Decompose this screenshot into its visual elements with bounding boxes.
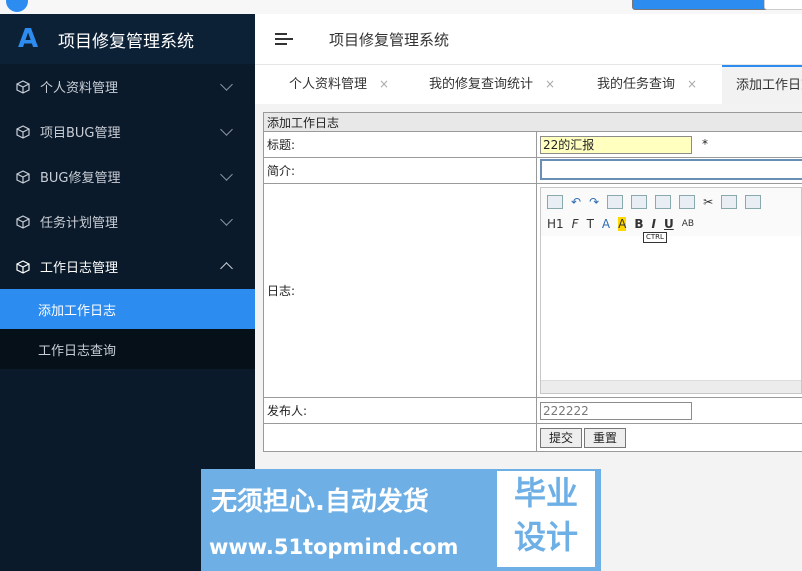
sidebar-item-profile[interactable]: 个人资料管理 [0,64,255,109]
tab-label: 个人资料管理 [289,77,368,92]
log-form-table: 添加工作日志 标题: 22的汇报 * 简介: 日志: ↶ ↷ ✂ H1 F T … [263,112,802,452]
browser-logo-icon [6,0,28,12]
bold-button[interactable]: B [634,217,643,231]
tab-label: 我的任务查询 [597,77,676,92]
undo-icon[interactable]: ↶ [571,195,581,209]
print-icon[interactable] [631,195,648,209]
tab-label: 添加工作日志 [736,78,802,93]
sidebar-item-label: 任务计划管理 [40,216,119,231]
editor-toolbar-row1: ↶ ↷ ✂ [547,192,769,212]
redo-icon[interactable]: ↷ [589,195,599,209]
browser-top-strip [0,0,802,15]
preview-icon[interactable] [607,195,624,209]
cut-icon[interactable]: ✂ [703,195,713,209]
cube-icon [16,124,30,139]
sidebar-item-label: BUG修复管理 [40,171,121,186]
cube-icon [16,259,30,274]
buttons-row-spacer [263,423,537,452]
brand: A 项目修复管理系统 [0,14,255,64]
source-icon[interactable] [547,195,563,209]
reset-button[interactable]: 重置 [584,427,627,448]
copy-icon[interactable] [721,195,738,209]
close-icon[interactable]: × [379,77,389,91]
required-mark: * [702,137,708,151]
page-header: 项目修复管理系统 [255,14,802,65]
sidebar-item-label: 个人资料管理 [40,81,119,96]
editor-horizontal-scrollbar[interactable] [541,380,801,393]
tab-fix-stats[interactable]: 我的修复查询统计 × [429,65,555,104]
top-secondary-button[interactable] [764,0,802,10]
tab-task-query[interactable]: 我的任务查询 × [597,65,697,104]
close-icon[interactable]: × [545,77,555,91]
main-content: 添加工作日志 标题: 22的汇报 * 简介: 日志: ↶ ↷ ✂ H1 F T … [255,104,802,464]
sidebar-menu: 个人资料管理 项目BUG管理 BUG修复管理 任务计划管理 工作日志管理 添加工… [0,64,255,369]
chevron-down-icon [220,78,233,91]
cube-icon [16,214,30,229]
code-icon[interactable] [679,195,696,209]
watermark-badge: 毕业 设计 [497,471,595,567]
cube-icon [16,79,30,94]
tab-bar: 个人资料管理 × 我的修复查询统计 × 我的任务查询 × 添加工作日志 [255,65,802,105]
sidebar-subitem-log-query[interactable]: 工作日志查询 [0,329,255,369]
watermark-line2: www.51topmind.com [209,535,459,559]
sidebar-item-project-bug[interactable]: 项目BUG管理 [0,109,255,154]
font-family-button[interactable]: F [572,217,579,231]
underline-button[interactable]: U [664,217,674,231]
brand-name: 项目修复管理系统 [58,31,194,52]
tab-label: 我的修复查询统计 [429,77,534,92]
sidebar-subitem-add-log[interactable]: 添加工作日志 [0,289,255,329]
title-input[interactable]: 22的汇报 [540,135,692,154]
log-label: 日志: [263,183,537,398]
watermark-banner: 无须担心.自动发货 www.51topmind.com 毕业 设计 [201,469,601,571]
submit-button[interactable]: 提交 [540,427,583,448]
sidebar-item-bug-fix[interactable]: BUG修复管理 [0,154,255,199]
page-title: 项目修复管理系统 [329,30,450,49]
publisher-label: 发布人: [263,397,537,424]
sidebar-item-label: 工作日志管理 [40,261,119,276]
template-icon[interactable] [655,195,672,209]
editor-toolbar: ↶ ↷ ✂ H1 F T A A B I U AB CTRL [541,188,801,243]
watermark-badge-line2: 设计 [513,518,578,556]
chevron-down-icon [220,213,233,226]
chevron-down-icon [220,168,233,181]
sidebar-item-work-log[interactable]: 工作日志管理 [0,244,255,289]
cube-icon [16,169,30,184]
intro-label: 简介: [263,157,537,184]
intro-input[interactable] [540,158,802,180]
close-icon[interactable]: × [687,77,697,91]
top-action-button[interactable] [632,0,774,10]
tab-profile[interactable]: 个人资料管理 × [289,65,389,104]
sidebar-item-task-plan[interactable]: 任务计划管理 [0,199,255,244]
chevron-down-icon [220,123,233,136]
strikethrough-button[interactable]: AB [682,219,694,229]
watermark-line1: 无须担心.自动发货 [211,487,429,517]
publisher-input[interactable]: 222222 [540,401,692,420]
paste-icon[interactable] [745,195,762,209]
watermark-badge-line1: 毕业 [513,474,578,512]
brand-logo-icon: A [18,24,39,54]
font-color-button[interactable]: A [602,217,610,231]
highlight-button[interactable]: A [618,217,627,231]
sidebar-item-label: 项目BUG管理 [40,126,121,141]
form-heading: 添加工作日志 [263,112,802,132]
title-label: 标题: [263,131,537,158]
shortcut-tooltip: CTRL [643,232,667,243]
heading-button[interactable]: H1 [547,217,564,231]
menu-toggle-icon[interactable] [275,30,293,48]
rich-text-editor[interactable]: ↶ ↷ ✂ H1 F T A A B I U AB CTRL [540,187,802,394]
font-size-button[interactable]: T [587,217,594,231]
chevron-up-icon [220,262,233,275]
italic-button[interactable]: I [652,217,656,231]
tab-add-log[interactable]: 添加工作日志 [722,65,802,104]
editor-toolbar-row2: H1 F T A A B I U AB [547,214,702,234]
